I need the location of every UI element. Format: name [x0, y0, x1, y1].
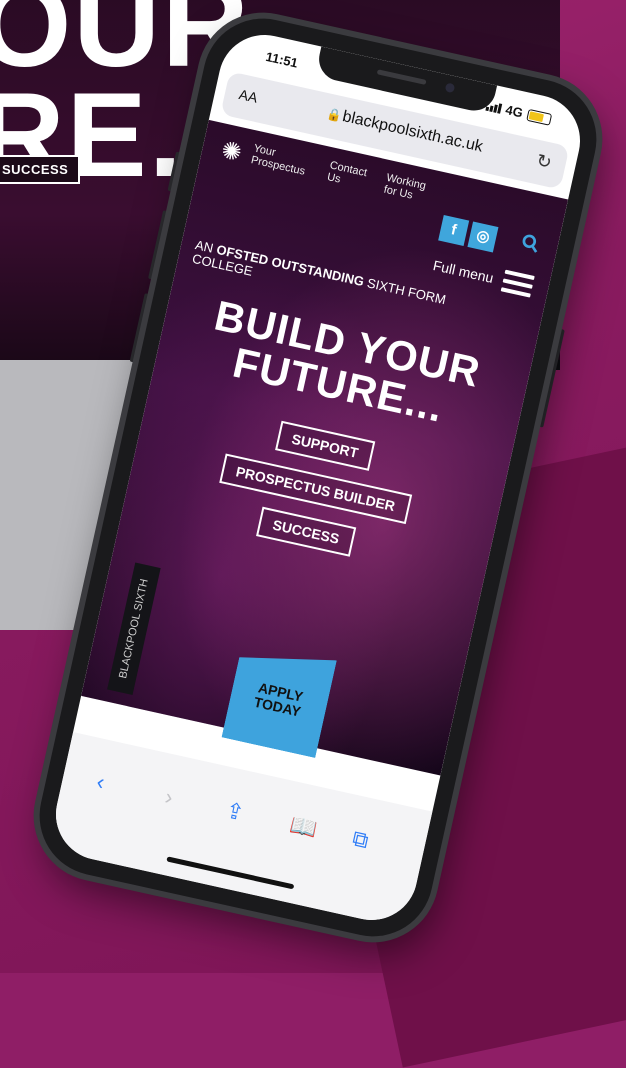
- bookmarks-icon[interactable]: 📖: [287, 812, 320, 843]
- nav-item-working[interactable]: Working for Us: [383, 172, 442, 207]
- nav-item-contact[interactable]: Contact Us: [326, 159, 380, 193]
- success-button[interactable]: SUCCESS: [256, 506, 356, 557]
- text-size-button[interactable]: AA: [237, 86, 259, 106]
- instagram-icon[interactable]: ◎: [467, 221, 499, 253]
- battery-icon: [526, 108, 553, 126]
- college-logo-icon[interactable]: ✺: [213, 135, 249, 171]
- background-success-button: SUCCESS: [0, 155, 81, 184]
- hamburger-icon: [500, 269, 535, 298]
- status-indicators: 4G: [485, 98, 553, 127]
- speaker: [376, 69, 427, 85]
- nav-item-prospectus[interactable]: Your Prospectus: [250, 142, 324, 181]
- prospectus-builder-button[interactable]: PROSPECTUS BUILDER: [219, 453, 412, 524]
- lock-icon: 🔒: [325, 106, 344, 124]
- tabs-icon[interactable]: ⧉: [350, 825, 371, 854]
- reload-icon[interactable]: ↻: [534, 150, 554, 174]
- facebook-icon[interactable]: f: [438, 215, 470, 247]
- full-menu-label: Full menu: [431, 257, 496, 287]
- support-button[interactable]: SUPPORT: [275, 420, 375, 471]
- url-text[interactable]: blackpoolsixth.ac.uk: [341, 108, 484, 157]
- back-icon[interactable]: ‹: [94, 769, 107, 796]
- camera: [444, 82, 456, 94]
- forward-icon[interactable]: ›: [163, 784, 176, 811]
- network-type: 4G: [504, 102, 525, 121]
- status-time: 11:51: [264, 48, 300, 71]
- full-menu-button[interactable]: Full menu: [431, 254, 535, 298]
- vertical-brand-label: BLACKPOOL SIXTH: [107, 562, 161, 696]
- search-icon[interactable]: [520, 233, 541, 254]
- share-icon[interactable]: ⇪: [223, 797, 246, 826]
- apply-today-button[interactable]: APPLY TODAY: [221, 640, 336, 758]
